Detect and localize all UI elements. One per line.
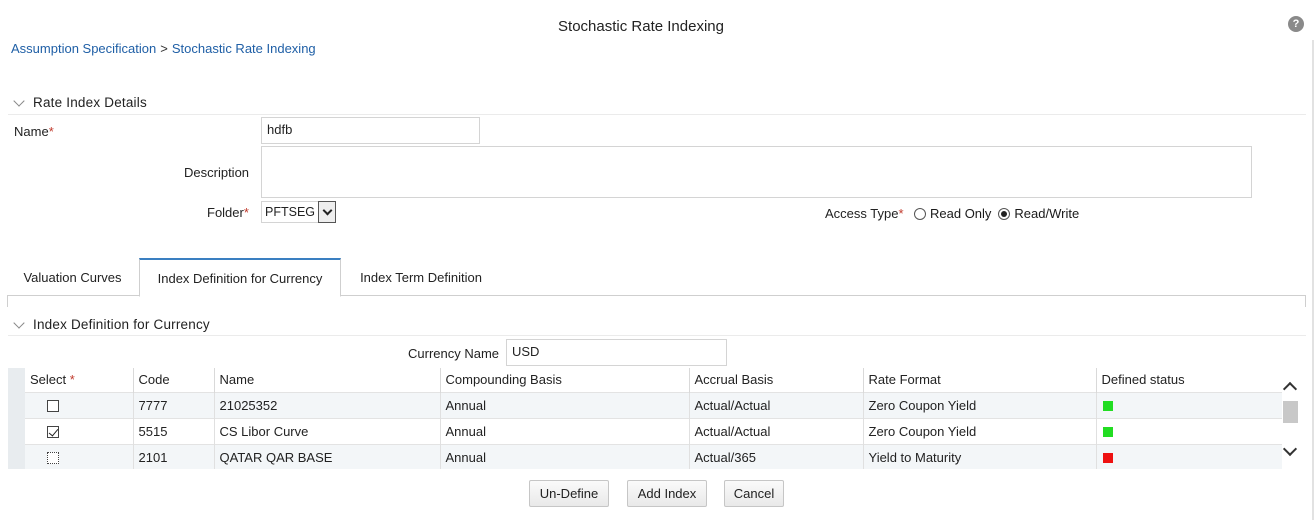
name-cell: QATAR QAR BASE [213, 443, 440, 469]
tab-bar: Valuation Curves Index Definition for Cu… [7, 258, 1306, 297]
cancel-button[interactable]: Cancel [724, 480, 784, 507]
col-compounding-basis[interactable]: Compounding Basis [439, 368, 689, 392]
table-row[interactable]: 5515 CS Libor Curve Annual Actual/Actual… [25, 417, 1282, 444]
defined-status-cell [1095, 417, 1282, 444]
scroll-thumb[interactable] [1283, 401, 1298, 423]
status-indicator-icon [1102, 427, 1113, 438]
grid-scrollbar[interactable] [1282, 368, 1299, 469]
chevron-down-icon[interactable] [1282, 441, 1298, 457]
compounding-cell: Annual [439, 417, 689, 444]
table-row[interactable]: 2101 QATAR QAR BASE Annual Actual/365 Yi… [25, 443, 1282, 469]
row-checkbox[interactable] [47, 452, 59, 465]
accrual-cell: Actual/Actual [688, 417, 863, 444]
col-name[interactable]: Name [213, 368, 440, 392]
index-grid: Select * Code Name Compounding Basis Acc… [8, 368, 1300, 469]
grid-row-gutter [8, 368, 25, 469]
index-table: Select * Code Name Compounding Basis Acc… [25, 368, 1282, 469]
select-cell [25, 443, 133, 469]
name-input[interactable]: hdfb [261, 117, 480, 144]
access-type-label: Access Type* [825, 206, 904, 221]
table-row[interactable]: 7777 21025352 Annual Actual/Actual Zero … [25, 391, 1282, 418]
col-defined-status[interactable]: Defined status [1095, 368, 1282, 392]
chevron-up-icon[interactable] [1282, 381, 1298, 397]
read-write-label: Read/Write [1014, 206, 1080, 221]
index-definition-header[interactable]: Index Definition for Currency [13, 316, 210, 332]
read-only-label: Read Only [930, 206, 992, 221]
defined-status-cell [1095, 443, 1282, 469]
name-label: Name* [14, 124, 54, 139]
col-accrual-basis[interactable]: Accrual Basis [688, 368, 863, 392]
description-label: Description [184, 165, 250, 180]
collapse-chevron-icon[interactable] [13, 94, 25, 107]
status-indicator-icon [1102, 401, 1113, 412]
select-cell [25, 417, 133, 444]
rate-format-cell: Zero Coupon Yield [862, 417, 1096, 444]
currency-name-input[interactable]: USD [506, 339, 727, 366]
table-header-row: Select * Code Name Compounding Basis Acc… [25, 368, 1282, 392]
breadcrumb-stochastic-rate-indexing[interactable]: Stochastic Rate Indexing [172, 41, 316, 56]
select-cell [25, 391, 133, 418]
code-cell: 5515 [132, 417, 214, 444]
breadcrumb-separator: > [160, 41, 168, 56]
compounding-cell: Annual [439, 443, 689, 469]
code-cell: 2101 [132, 443, 214, 469]
section-divider [8, 114, 1306, 115]
currency-name-label: Currency Name [408, 346, 500, 361]
un-define-button[interactable]: Un-Define [529, 480, 609, 507]
accrual-cell: Actual/Actual [688, 391, 863, 418]
col-code[interactable]: Code [132, 368, 214, 392]
name-cell: 21025352 [213, 391, 440, 418]
index-definition-title: Index Definition for Currency [33, 317, 210, 332]
col-rate-format[interactable]: Rate Format [862, 368, 1096, 392]
folder-label: Folder* [207, 205, 249, 220]
compounding-cell: Annual [439, 391, 689, 418]
tab-valuation-curves[interactable]: Valuation Curves [7, 258, 138, 296]
page-title: Stochastic Rate Indexing [558, 18, 724, 35]
access-type-radio-group: Read Only Read/Write [914, 206, 1086, 221]
row-checkbox[interactable] [47, 426, 59, 439]
description-textarea[interactable] [261, 146, 1252, 198]
rate-format-cell: Zero Coupon Yield [862, 391, 1096, 418]
col-select[interactable]: Select * [25, 368, 133, 392]
folder-select[interactable]: PFTSEG [261, 201, 337, 223]
rate-index-details-title: Rate Index Details [33, 95, 147, 110]
chevron-down-icon[interactable] [318, 201, 337, 223]
tab-index-term-definition[interactable]: Index Term Definition [342, 258, 500, 296]
tab-panel [7, 295, 1306, 307]
accrual-cell: Actual/365 [688, 443, 863, 469]
section-divider [8, 335, 1306, 336]
rate-index-details-header[interactable]: Rate Index Details [13, 94, 147, 110]
radio-read-only[interactable] [914, 207, 926, 220]
code-cell: 7777 [132, 391, 214, 418]
rate-format-cell: Yield to Maturity [862, 443, 1096, 469]
row-checkbox[interactable] [47, 400, 59, 413]
name-cell: CS Libor Curve [213, 417, 440, 444]
access-read-only-option[interactable]: Read Only [914, 206, 991, 221]
collapse-chevron-icon[interactable] [13, 316, 25, 329]
tab-index-definition-for-currency[interactable]: Index Definition for Currency [139, 258, 341, 297]
access-read-write-option[interactable]: Read/Write [998, 206, 1079, 221]
help-icon[interactable]: ? [1288, 16, 1304, 32]
folder-select-value: PFTSEG [261, 201, 319, 223]
defined-status-cell [1095, 391, 1282, 418]
status-indicator-icon [1102, 453, 1113, 464]
breadcrumb-assumption-specification[interactable]: Assumption Specification [11, 41, 156, 56]
breadcrumb: Assumption Specification > Stochastic Rate… [11, 41, 316, 56]
radio-read-write[interactable] [998, 207, 1011, 220]
add-index-button[interactable]: Add Index [627, 480, 707, 507]
